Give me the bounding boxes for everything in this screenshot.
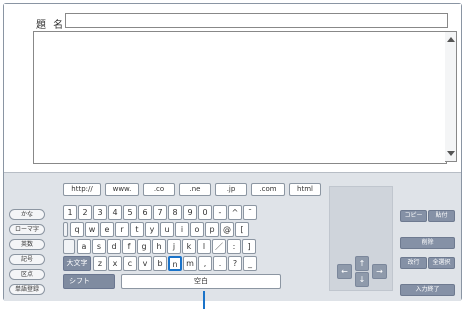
key-colon[interactable]: : (227, 239, 241, 254)
key-comma[interactable]: , (198, 256, 212, 271)
key-n[interactable]: n (168, 256, 182, 271)
key-q[interactable]: q (70, 222, 84, 237)
key-2[interactable]: 2 (78, 205, 92, 220)
key-4[interactable]: 4 (108, 205, 122, 220)
key-d[interactable]: d (107, 239, 121, 254)
row3-indent (63, 239, 75, 254)
url-key-jp[interactable]: .jp (215, 183, 247, 196)
text-entry-panel: 題 名 (4, 4, 461, 172)
selection-pointer (203, 291, 205, 309)
arrow-down-button[interactable]: ↓ (355, 272, 369, 287)
key-9[interactable]: 9 (183, 205, 197, 220)
url-key-www[interactable]: www. (105, 183, 139, 196)
key-caret[interactable]: ^ (228, 205, 242, 220)
key-v[interactable]: v (138, 256, 152, 271)
url-key-ne[interactable]: .ne (179, 183, 211, 196)
key-8[interactable]: 8 (168, 205, 182, 220)
scroll-down-icon[interactable] (447, 151, 455, 156)
key-x[interactable]: x (108, 256, 122, 271)
key-c[interactable]: c (123, 256, 137, 271)
mode-symbol-button[interactable]: 記号 (9, 254, 45, 265)
key-u[interactable]: u (160, 222, 174, 237)
key-g[interactable]: g (137, 239, 151, 254)
key-5[interactable]: 5 (123, 205, 137, 220)
key-6[interactable]: 6 (138, 205, 152, 220)
copy-button[interactable]: コピー (400, 210, 427, 222)
shift-button[interactable]: シフト (63, 274, 115, 289)
body-textarea[interactable] (33, 31, 447, 164)
key-t[interactable]: t (130, 222, 144, 237)
key-p[interactable]: p (205, 222, 219, 237)
software-keyboard: http:// www. .co .ne .jp .com html かな ロー… (4, 172, 461, 301)
editor-window: 題 名 http:// www. .co .ne .jp .com html か… (3, 3, 462, 301)
url-key-co[interactable]: .co (143, 183, 175, 196)
key-h[interactable]: h (152, 239, 166, 254)
space-button[interactable]: 空白 (121, 274, 281, 289)
scroll-up-icon[interactable] (447, 37, 455, 42)
key-a[interactable]: a (77, 239, 91, 254)
arrow-right-button[interactable]: → (372, 264, 387, 279)
arrow-left-button[interactable]: ← (337, 264, 352, 279)
arrow-up-button[interactable]: ↑ (355, 256, 369, 271)
mode-kana-button[interactable]: かな (9, 209, 45, 220)
key-period[interactable]: . (213, 256, 227, 271)
key-w[interactable]: w (85, 222, 99, 237)
mode-romaji-button[interactable]: ローマ字 (9, 224, 45, 235)
key-question[interactable]: ? (228, 256, 242, 271)
newline-button[interactable]: 改行 (400, 257, 427, 269)
title-label: 題 名 (36, 20, 66, 31)
key-r[interactable]: r (115, 222, 129, 237)
key-left-bracket[interactable]: [ (235, 222, 249, 237)
word-register-button[interactable]: 単語登録 (9, 284, 45, 295)
key-m[interactable]: m (183, 256, 197, 271)
url-key-com[interactable]: .com (251, 183, 285, 196)
key-o[interactable]: o (190, 222, 204, 237)
key-e[interactable]: e (100, 222, 114, 237)
key-0[interactable]: 0 (198, 205, 212, 220)
key-k[interactable]: k (182, 239, 196, 254)
key-1[interactable]: 1 (63, 205, 77, 220)
key-y[interactable]: y (145, 222, 159, 237)
mode-alphanumeric-button[interactable]: 英数 (9, 239, 45, 250)
key-overline[interactable]: ¯ (243, 205, 257, 220)
title-input[interactable] (65, 13, 448, 28)
caps-button[interactable]: 大文字 (63, 256, 91, 271)
key-underscore[interactable]: _ (243, 256, 257, 271)
select-all-button[interactable]: 全選択 (428, 257, 455, 269)
key-j[interactable]: j (167, 239, 181, 254)
paste-button[interactable]: 貼付 (428, 210, 455, 222)
key-i[interactable]: i (175, 222, 189, 237)
key-slash[interactable]: ／ (212, 239, 226, 254)
done-button[interactable]: 入力終了 (400, 284, 455, 296)
key-right-bracket[interactable]: ] (242, 239, 256, 254)
key-s[interactable]: s (92, 239, 106, 254)
row2-indent (63, 222, 68, 237)
url-key-html[interactable]: html (289, 183, 321, 196)
key-7[interactable]: 7 (153, 205, 167, 220)
key-3[interactable]: 3 (93, 205, 107, 220)
key-f[interactable]: f (122, 239, 136, 254)
key-l[interactable]: l (197, 239, 211, 254)
key-z[interactable]: z (93, 256, 107, 271)
key-at[interactable]: @ (220, 222, 234, 237)
delete-button[interactable]: 削除 (400, 237, 455, 249)
key-minus[interactable]: - (213, 205, 227, 220)
body-scrollbar[interactable] (445, 31, 457, 162)
url-key-http[interactable]: http:// (63, 183, 101, 196)
mode-kuten-button[interactable]: 区点 (9, 269, 45, 280)
key-b[interactable]: b (153, 256, 167, 271)
